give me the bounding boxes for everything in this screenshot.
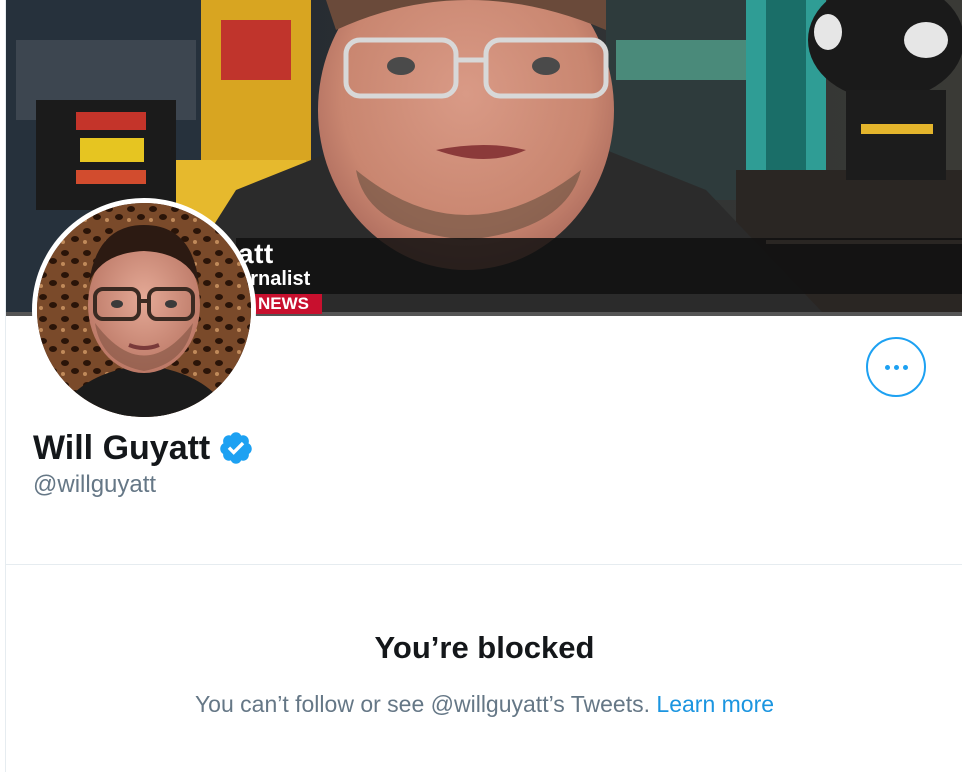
more-horizontal-icon: [893, 364, 899, 370]
learn-more-link[interactable]: Learn more: [656, 691, 774, 717]
verified-badge-icon: [220, 432, 253, 464]
profile-handle: @willguyatt: [33, 471, 157, 498]
blocked-message: You can’t follow or see @willguyatt’s Tw…: [6, 688, 962, 720]
profile-name-row: Will Guyatt: [33, 428, 254, 468]
profile-avatar[interactable]: [32, 198, 256, 422]
more-options-button[interactable]: [866, 337, 926, 397]
display-name: Will Guyatt: [33, 429, 211, 467]
more-horizontal-icon: [902, 364, 908, 370]
profile-column: att urnalist NEWS Will Guyatt @willguyat…: [5, 0, 962, 772]
more-horizontal-icon: [884, 364, 890, 370]
avatar-photo: [37, 203, 251, 417]
section-divider: [6, 564, 962, 565]
blocked-title: You’re blocked: [374, 630, 595, 665]
blocked-message-text: You can’t follow or see @willguyatt’s Tw…: [194, 691, 651, 717]
